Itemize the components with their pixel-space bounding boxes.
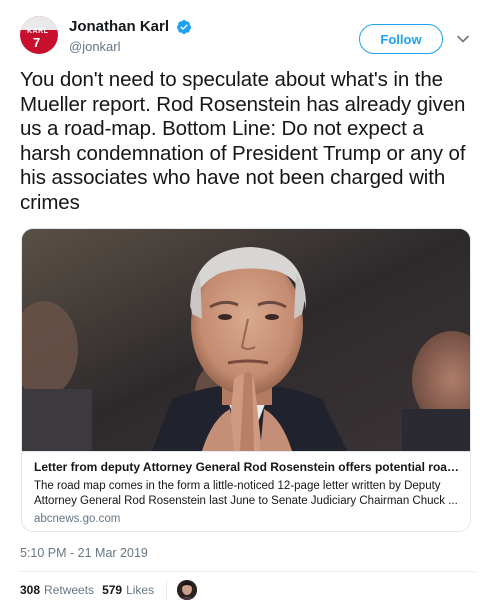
- stats-divider: [20, 571, 475, 572]
- card-title[interactable]: Letter from deputy Attorney General Rod …: [34, 460, 460, 475]
- avatar-jersey-number: 7: [33, 35, 41, 50]
- likes-stat[interactable]: 579 Likes: [102, 583, 154, 597]
- author-display-name[interactable]: Jonathan Karl: [69, 18, 169, 35]
- tweet-header: KARL 7 Jonathan Karl @jonkarl Follow: [20, 16, 475, 60]
- follow-button[interactable]: Follow: [359, 24, 443, 54]
- card-image[interactable]: [22, 229, 470, 451]
- verified-badge-icon: [177, 19, 192, 34]
- tweet-text: You don't need to speculate about what's…: [20, 68, 466, 214]
- liker-avatar-image: [177, 580, 198, 600]
- retweets-stat[interactable]: 308 Retweets: [20, 583, 94, 597]
- avatar-jersey-text: KARL: [27, 28, 49, 35]
- author-handle[interactable]: @jonkarl: [69, 39, 192, 54]
- link-preview-card[interactable]: Letter from deputy Attorney General Rod …: [21, 228, 471, 532]
- liker-avatar[interactable]: [177, 580, 198, 600]
- card-body[interactable]: Letter from deputy Attorney General Rod …: [22, 451, 470, 531]
- card-domain: abcnews.go.com: [34, 513, 121, 525]
- author-avatar[interactable]: KARL 7: [20, 16, 58, 54]
- tweet-stats: 308 Retweets 579 Likes: [20, 580, 198, 600]
- likes-count: 579: [102, 583, 123, 597]
- retweets-count: 308: [20, 583, 41, 597]
- likes-label: Likes: [126, 583, 155, 597]
- card-photo: [22, 229, 470, 451]
- author-names[interactable]: Jonathan Karl @jonkarl: [69, 18, 192, 54]
- stats-separator: [166, 580, 168, 600]
- card-description: The road map comes in the form a little-…: [34, 480, 458, 507]
- retweets-label: Retweets: [44, 583, 95, 597]
- chevron-down-icon[interactable]: [456, 32, 470, 46]
- tweet-timestamp[interactable]: 5:10 PM - 21 Mar 2019: [20, 546, 148, 560]
